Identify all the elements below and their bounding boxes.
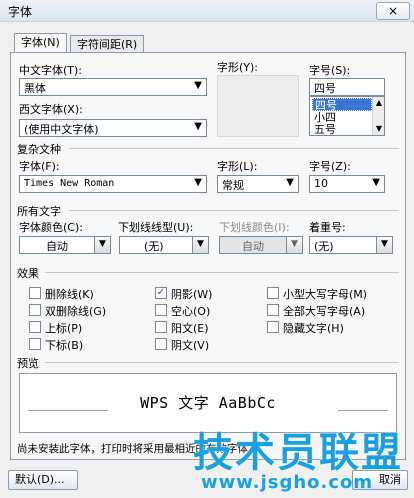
complex-script-section-title: 复杂文种 <box>17 143 61 156</box>
font-color-label: 字体颜色(C): <box>19 221 83 234</box>
emphasis-mark-select[interactable]: (无) ▼ <box>309 236 393 254</box>
font-not-installed-note: 尚未安装此字体，打印时将采用最相近的有效字体。 <box>17 443 259 455</box>
emphasis-mark-value: (无) <box>314 240 334 253</box>
western-font-label: 西文字体(X): <box>19 103 83 116</box>
cancel-button-label: 取消 <box>379 473 401 486</box>
double-strikethrough-label: 双删除线(G) <box>45 305 107 318</box>
emboss-checkbox[interactable] <box>155 321 167 333</box>
dialog-title: 字体 <box>8 5 33 19</box>
shadow-label: 阴影(W) <box>171 288 213 301</box>
cancel-button[interactable]: 取消 <box>352 470 408 490</box>
engrave-checkbox[interactable] <box>155 338 167 350</box>
chevron-down-icon: ▼ <box>192 237 208 253</box>
font-color-value: 自动 <box>46 240 68 253</box>
preview-sample-text: WPS 文字 AaBbCc <box>140 394 276 412</box>
hidden-text-checkbox[interactable] <box>267 321 279 333</box>
default-button-label: 默认(D)... <box>15 473 65 486</box>
chevron-down-icon: ▼ <box>372 177 380 188</box>
complex-style-label: 字形(L): <box>217 160 258 173</box>
complex-font-label: 字体(F): <box>19 160 60 173</box>
preview-box: WPS 文字 AaBbCc <box>19 373 397 433</box>
emboss-label: 阳文(E) <box>171 322 209 335</box>
underline-style-select[interactable]: (无) ▼ <box>119 236 209 254</box>
underline-color-value: 自动 <box>242 240 264 253</box>
underline-color-select[interactable]: 自动 ▼ <box>219 236 303 254</box>
shadow-checkbox[interactable]: ✓ <box>155 287 167 299</box>
checkmark-icon: ✓ <box>156 287 166 298</box>
small-caps-label: 小型大写字母(M) <box>283 288 368 301</box>
chevron-down-icon: ▼ <box>194 80 202 91</box>
all-text-section-title: 所有文字 <box>17 205 61 218</box>
underline-style-value: (无) <box>144 240 164 253</box>
tab-character-spacing[interactable]: 字符间距(R) <box>70 35 145 53</box>
watermark-url: www.jsgho.com <box>201 472 374 493</box>
chevron-down-icon: ▼ <box>376 237 392 253</box>
western-font-value: (使用中文字体) <box>24 123 99 136</box>
close-button[interactable]: × <box>376 2 410 20</box>
chevron-down-icon: ▼ <box>194 177 202 188</box>
engrave-label: 阴文(V) <box>171 339 210 352</box>
strikethrough-checkbox[interactable] <box>29 287 41 299</box>
underline-style-label: 下划线线型(U): <box>118 221 194 234</box>
close-icon: × <box>387 4 399 18</box>
tab-font-label: 字体(N) <box>21 36 60 49</box>
chinese-font-value: 黑体 <box>24 82 46 95</box>
chinese-font-select[interactable]: 黑体 ▼ <box>19 78 207 96</box>
complex-font-value: Times New Roman <box>24 178 115 189</box>
font-size-value: 四号 <box>314 82 336 95</box>
font-style-list[interactable] <box>217 75 299 137</box>
all-caps-label: 全部大写字母(A) <box>283 305 366 318</box>
font-size-label: 字号(S): <box>309 64 351 77</box>
superscript-checkbox[interactable] <box>29 321 41 333</box>
strikethrough-label: 删除线(K) <box>45 288 94 301</box>
chevron-down-icon: ▼ <box>194 121 202 132</box>
underline-color-label: 下划线颜色(I): <box>219 221 290 234</box>
font-size-scrollbar[interactable]: ▲ ▼ <box>372 97 384 135</box>
section-divider <box>45 272 399 273</box>
font-dialog: 字体 × 字体(N) 字符间距(R) 中文字体(T): 黑体 ▼ 字形(Y): … <box>0 0 414 498</box>
outline-checkbox[interactable] <box>155 304 167 316</box>
complex-font-select[interactable]: Times New Roman ▼ <box>19 175 207 193</box>
subscript-label: 下标(B) <box>45 339 84 352</box>
superscript-label: 上标(P) <box>45 322 83 335</box>
section-divider <box>69 210 399 211</box>
complex-style-select[interactable]: 常规 ▼ <box>217 175 299 193</box>
font-size-option[interactable]: 五号 <box>312 123 372 136</box>
chinese-font-label: 中文字体(T): <box>19 64 83 77</box>
section-divider <box>45 362 399 363</box>
default-button[interactable]: 默认(D)... <box>8 470 78 490</box>
chevron-down-icon: ▼ <box>94 237 110 253</box>
complex-style-value: 常规 <box>222 179 244 192</box>
tab-character-spacing-label: 字符间距(R) <box>77 38 138 51</box>
complex-size-label: 字号(Z): <box>309 160 351 173</box>
title-bar: 字体 × <box>0 0 414 22</box>
emphasis-mark-label: 着重号: <box>309 221 346 234</box>
tab-font[interactable]: 字体(N) <box>14 33 67 53</box>
hidden-text-label: 隐藏文字(H) <box>283 322 344 335</box>
section-divider <box>69 148 399 149</box>
preview-section-title: 预览 <box>17 357 39 370</box>
small-caps-checkbox[interactable] <box>267 287 279 299</box>
all-caps-checkbox[interactable] <box>267 304 279 316</box>
subscript-checkbox[interactable] <box>29 338 41 350</box>
complex-size-select[interactable]: 10 ▼ <box>309 175 385 193</box>
font-size-list[interactable]: 四号 小四 五号 ▲ ▼ <box>309 96 385 136</box>
outline-label: 空心(O) <box>171 305 211 318</box>
scroll-down-icon[interactable]: ▼ <box>374 124 384 134</box>
font-tab-panel: 中文字体(T): 黑体 ▼ 字形(Y): 字号(S): 四号 四号 小四 五号 … <box>10 52 406 460</box>
font-size-input[interactable]: 四号 <box>309 78 385 96</box>
font-size-option[interactable]: 四号 <box>312 98 372 112</box>
chevron-down-icon: ▼ <box>286 177 294 188</box>
effects-section-title: 效果 <box>17 267 39 280</box>
font-style-label: 字形(Y): <box>217 61 259 74</box>
font-color-select[interactable]: 自动 ▼ <box>19 236 111 254</box>
western-font-select[interactable]: (使用中文字体) ▼ <box>19 119 207 137</box>
chevron-down-icon: ▼ <box>286 237 302 253</box>
complex-size-value: 10 <box>314 177 328 190</box>
scroll-up-icon[interactable]: ▲ <box>374 98 384 108</box>
double-strikethrough-checkbox[interactable] <box>29 304 41 316</box>
